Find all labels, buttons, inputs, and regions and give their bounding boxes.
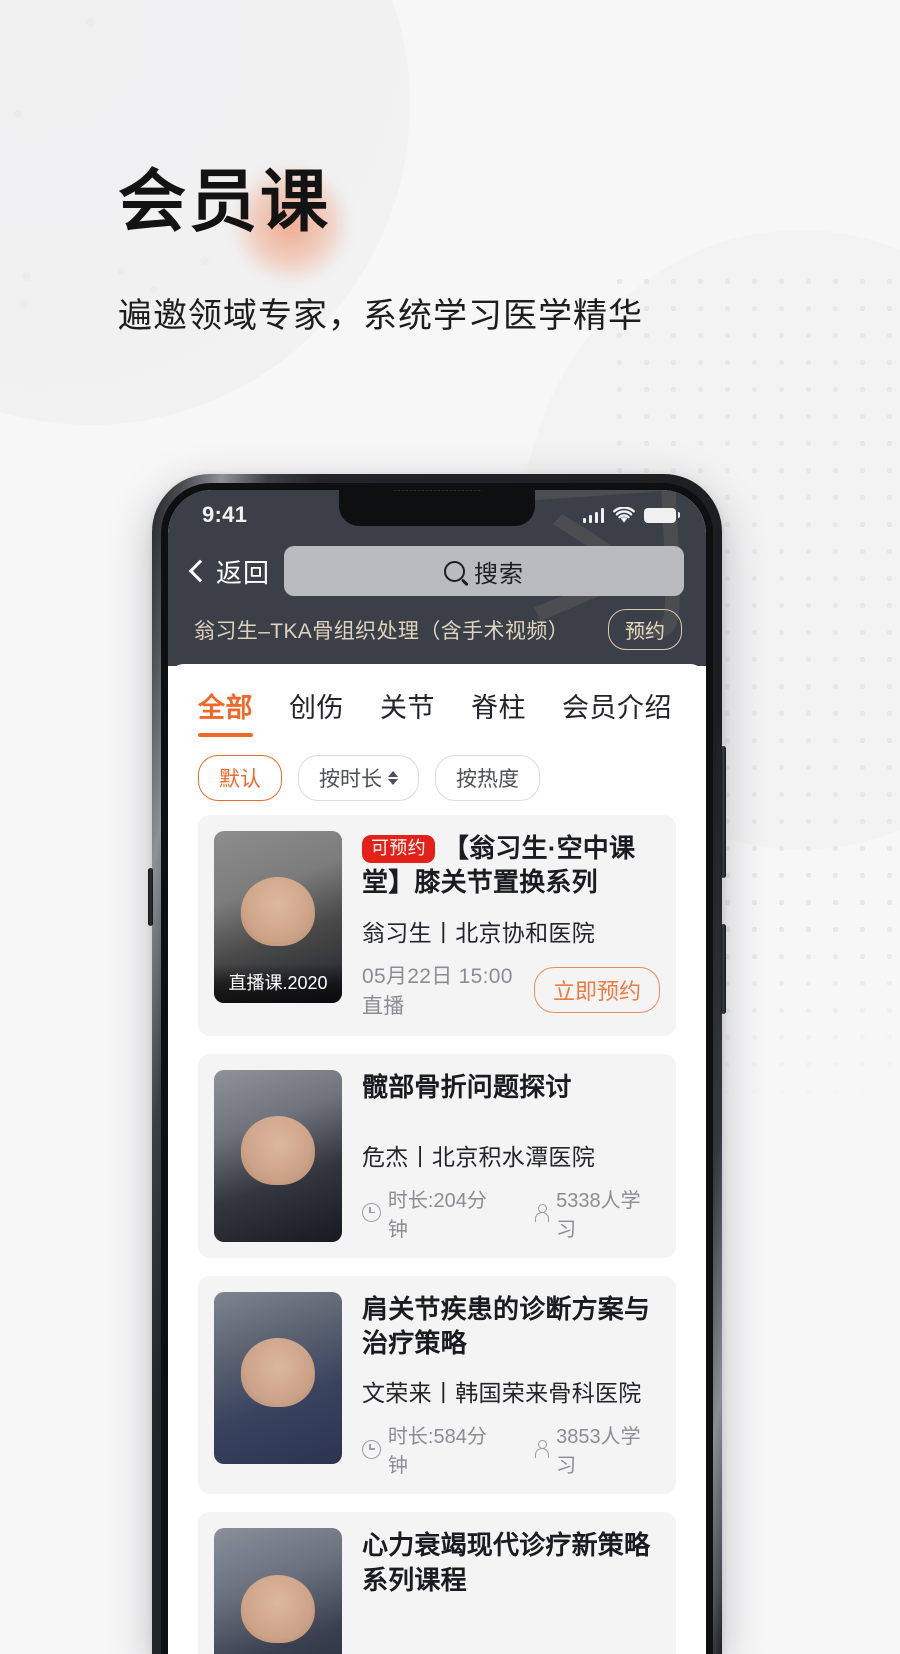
course-title: 髋部骨折问题探讨: [362, 1071, 572, 1102]
course-meta: 时长:204分钟 5338人学习: [362, 1184, 660, 1242]
course-details: 肩关节疾患的诊断方案与治疗策略 文荣来丨韩国荣来骨科医院 时长:584分钟 38…: [362, 1292, 660, 1479]
course-live-date: 05月22日 15:00直播: [362, 964, 513, 1018]
decorative-dot: [200, 256, 209, 265]
course-title: 心力衰竭现代诊疗新策略系列课程: [362, 1530, 651, 1595]
course-duration: 时长:584分钟: [362, 1420, 506, 1478]
course-learners-text: 5338人学习: [556, 1189, 641, 1241]
battery-full-icon: [644, 507, 680, 523]
decorative-dot: [86, 18, 95, 27]
course-list: 直播课.2020 可预约 【翁习生·空中课堂】膝关节置换系列 翁习生丨北京协和医院…: [168, 801, 706, 1654]
page-subtitle: 遍邀领域专家，系统学习医学精华: [118, 297, 643, 335]
wifi-icon: [613, 506, 635, 523]
instructor-portrait: [240, 1116, 316, 1185]
course-learners-text: 3853人学习: [556, 1426, 641, 1478]
clock-icon: [362, 1439, 381, 1459]
course-duration: 时长:204分钟: [362, 1184, 506, 1242]
promo-reserve-button[interactable]: 预约: [608, 609, 682, 650]
course-details: 可预约 【翁习生·空中课堂】膝关节置换系列 翁习生丨北京协和医院 05月22日 1…: [362, 831, 660, 1020]
course-learners: 5338人学习: [534, 1184, 660, 1242]
course-duration-text: 时长:584分钟: [387, 1426, 487, 1478]
course-details: 髋部骨折问题探讨 危杰丨北京积水潭医院 时长:204分钟 5338人学习: [362, 1070, 660, 1242]
course-title: 可预约 【翁习生·空中课堂】膝关节置换系列: [362, 831, 660, 900]
decorative-dot: [118, 268, 125, 275]
decorative-dot: [22, 272, 31, 281]
instructor-portrait: [240, 1574, 316, 1644]
clock-icon: [362, 1203, 381, 1223]
person-icon: [534, 1203, 549, 1222]
course-card[interactable]: 直播课.2020 可预约 【翁习生·空中课堂】膝关节置换系列 翁习生丨北京协和医院…: [198, 815, 676, 1036]
filter-default[interactable]: 默认: [198, 755, 282, 801]
phone-power-button: [721, 924, 726, 1014]
chevron-left-icon: [188, 559, 212, 583]
filter-by-popularity-label: 按热度: [456, 768, 519, 791]
course-meta: 时长:584分钟 3853人学习: [362, 1420, 660, 1478]
category-tabs: 全部 创伤 关节 脊柱 会员介绍: [168, 664, 706, 737]
decorative-dot: [14, 110, 22, 118]
course-action-row: 05月22日 15:00直播 立即预约: [362, 960, 660, 1020]
search-placeholder: 搜索: [474, 560, 524, 588]
promo-banner-title: 翁习生–TKA骨组织处理（含手术视频）: [194, 619, 570, 643]
person-icon: [534, 1440, 549, 1459]
tab-member-intro[interactable]: 会员介绍: [562, 686, 672, 737]
filter-by-popularity[interactable]: 按热度: [435, 755, 540, 801]
course-author: 危杰丨北京积水潭医院: [362, 1143, 595, 1170]
tab-trauma[interactable]: 创伤: [289, 686, 344, 737]
status-bar-icons: [582, 506, 680, 524]
promo-banner[interactable]: 翁习生–TKA骨组织处理（含手术视频） 预约: [168, 596, 706, 664]
course-card[interactable]: 髋部骨折问题探讨 危杰丨北京积水潭医院 时长:204分钟 5338人学习: [198, 1053, 676, 1258]
course-thumbnail: [214, 1069, 342, 1242]
course-thumbnail: 直播课.2020: [214, 831, 342, 1003]
course-title: 肩关节疾患的诊断方案与治疗策略: [362, 1293, 651, 1358]
content-sheet: 全部 创伤 关节 脊柱 会员介绍 默认 按时长 按热度 直播课.2020 可预约…: [168, 664, 706, 1654]
course-learners: 3853人学习: [534, 1420, 660, 1478]
back-button[interactable]: 返回: [188, 549, 274, 594]
course-author: 文荣来丨韩国荣来骨科医院: [362, 1380, 642, 1407]
app-header: 习 9:41: [168, 490, 706, 666]
tab-joint[interactable]: 关节: [380, 686, 435, 737]
search-icon: [444, 560, 465, 582]
course-thumbnail: [214, 1528, 342, 1654]
phone-mute-switch: [148, 868, 153, 926]
status-badge: 可预约: [362, 835, 435, 863]
status-bar-time: 9:41: [202, 502, 248, 527]
book-now-button[interactable]: 立即预约: [533, 966, 660, 1013]
course-card[interactable]: 肩关节疾患的诊断方案与治疗策略 文荣来丨韩国荣来骨科医院 时长:584分钟 38…: [198, 1275, 676, 1495]
course-duration-text: 时长:204分钟: [387, 1189, 487, 1241]
instructor-portrait: [240, 1338, 316, 1407]
course-thumbnail: [214, 1291, 342, 1464]
filter-by-duration[interactable]: 按时长: [298, 755, 419, 801]
signal-bars-icon: [582, 507, 604, 523]
course-author: 翁习生丨北京协和医院: [362, 919, 595, 946]
sort-filter-bar: 默认 按时长 按热度: [168, 737, 706, 801]
thumbnail-label: 直播课.2020: [214, 963, 342, 1003]
tab-spine[interactable]: 脊柱: [471, 686, 526, 737]
filter-by-duration-label: 按时长: [319, 768, 382, 791]
status-bar: 9:41: [168, 490, 706, 536]
decorative-dot: [20, 300, 28, 308]
phone-screen: 习 9:41: [168, 490, 706, 1654]
course-details: 心力衰竭现代诊疗新策略系列课程: [362, 1528, 660, 1654]
sort-arrows-icon: [388, 771, 398, 785]
tab-all[interactable]: 全部: [198, 686, 253, 737]
instructor-portrait: [240, 877, 316, 947]
search-input[interactable]: 搜索: [284, 546, 684, 596]
course-card[interactable]: 心力衰竭现代诊疗新策略系列课程: [198, 1512, 676, 1654]
app-nav-bar: 返回 搜索: [168, 536, 706, 596]
filter-default-label: 默认: [219, 768, 261, 791]
phone-mockup: 习 9:41: [148, 474, 726, 1654]
page-title: 会员课: [118, 164, 332, 240]
phone-volume-button: [721, 746, 726, 878]
back-button-label: 返回: [216, 557, 271, 588]
